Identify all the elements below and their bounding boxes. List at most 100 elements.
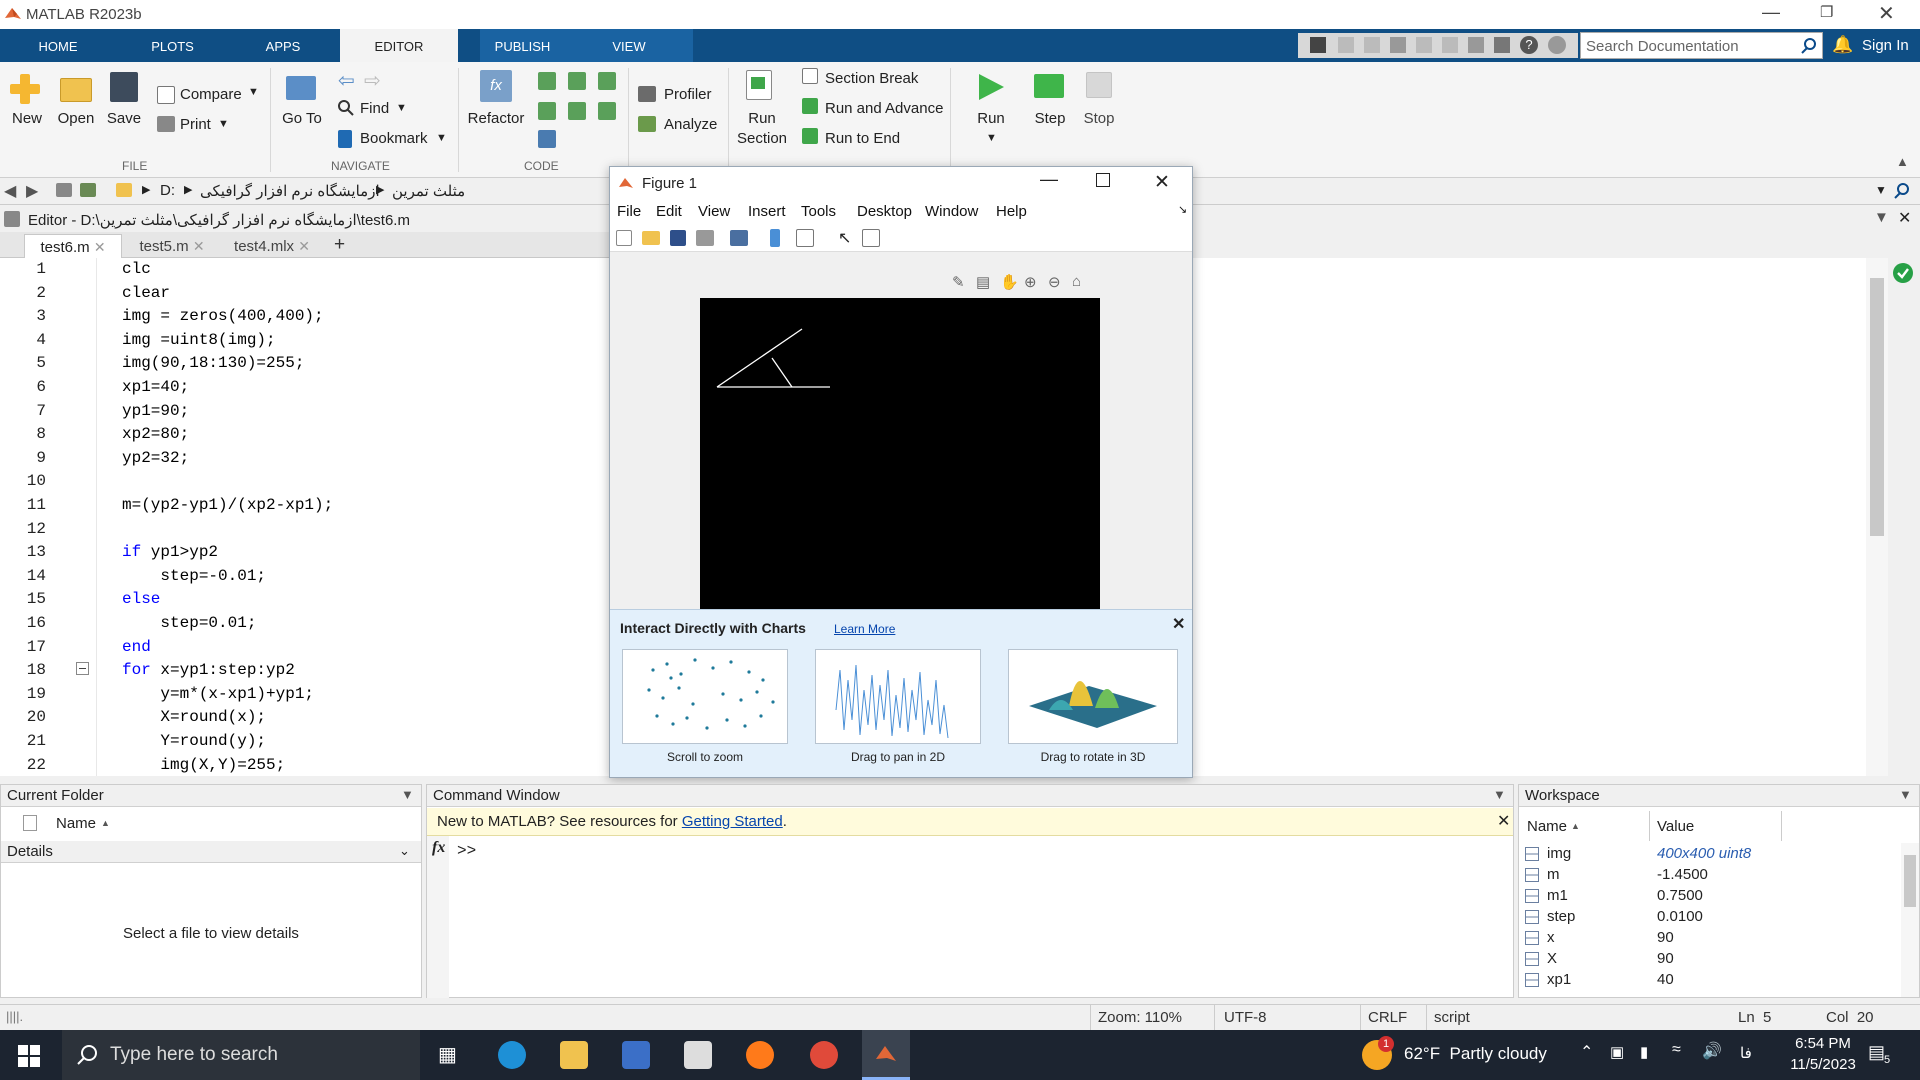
section-break-icon[interactable] bbox=[802, 68, 818, 84]
close-banner-icon[interactable]: ✕ bbox=[1497, 811, 1510, 831]
run-to-end-icon[interactable] bbox=[802, 128, 818, 144]
step-icon[interactable] bbox=[1034, 74, 1064, 98]
run-dropdown-icon[interactable]: ▼ bbox=[986, 132, 997, 144]
save-figure-icon[interactable] bbox=[670, 230, 686, 246]
code-line[interactable]: if yp1>yp2 bbox=[122, 543, 218, 561]
redo-icon[interactable] bbox=[1442, 37, 1458, 53]
save-icon[interactable] bbox=[110, 72, 138, 102]
ws-value-column-header[interactable]: Value bbox=[1657, 818, 1694, 835]
menu-view[interactable]: View bbox=[698, 203, 730, 220]
learn-more-link[interactable]: Learn More bbox=[834, 622, 895, 636]
close-editor-icon[interactable]: ✕ bbox=[1898, 208, 1911, 228]
notification-bell-icon[interactable]: 🔔 bbox=[1832, 35, 1853, 55]
menu-window[interactable]: Window bbox=[925, 203, 978, 220]
panel-actions-icon[interactable]: ▼ bbox=[1899, 787, 1912, 802]
back-icon[interactable]: ◀ bbox=[4, 181, 16, 201]
menu-edit[interactable]: Edit bbox=[656, 203, 682, 220]
tab-publish[interactable]: PUBLISH bbox=[480, 29, 565, 62]
workspace-row[interactable]: step 0.0100 bbox=[1519, 907, 1899, 928]
taskbar-search[interactable]: Type here to search bbox=[62, 1030, 420, 1080]
code-tools-icon[interactable] bbox=[538, 130, 556, 148]
run-and-advance-icon[interactable] bbox=[802, 98, 818, 114]
home-icon[interactable]: ⌂ bbox=[1072, 273, 1081, 290]
step-button[interactable]: Step bbox=[1026, 110, 1074, 127]
code-line[interactable]: img(X,Y)=255; bbox=[122, 756, 285, 774]
workspace-row[interactable]: x 90 bbox=[1519, 928, 1899, 949]
weather-text[interactable]: 62°F Partly cloudy bbox=[1404, 1044, 1547, 1064]
run-and-advance-button[interactable]: Run and Advance bbox=[825, 100, 955, 117]
copy-icon[interactable] bbox=[1364, 37, 1380, 53]
paste-icon[interactable] bbox=[1390, 37, 1406, 53]
figure-minimize-icon[interactable]: — bbox=[1040, 169, 1058, 190]
code-line[interactable]: clear bbox=[122, 284, 170, 302]
tab-home[interactable]: HOME bbox=[18, 29, 98, 62]
battery-icon[interactable]: ▮ bbox=[1640, 1043, 1648, 1061]
code-line[interactable]: step=-0.01; bbox=[122, 567, 266, 585]
tab-editor[interactable]: EDITOR bbox=[340, 29, 458, 62]
code-line[interactable]: X=round(x); bbox=[122, 708, 266, 726]
print-dropdown-icon[interactable]: ▼ bbox=[218, 118, 229, 130]
run-section-icon[interactable] bbox=[746, 70, 772, 100]
show-hidden-icons-icon[interactable]: ⌃ bbox=[1580, 1042, 1593, 1062]
workspace-row[interactable]: m1 0.7500 bbox=[1519, 886, 1899, 907]
details-expand-icon[interactable]: ⌄ bbox=[399, 843, 410, 859]
minimize-icon[interactable]: — bbox=[1762, 2, 1780, 23]
close-tab-icon[interactable]: ✕ bbox=[94, 239, 106, 255]
name-column-header[interactable]: Name bbox=[56, 815, 96, 832]
print-figure-icon[interactable] bbox=[696, 230, 714, 246]
chrome-icon[interactable] bbox=[810, 1041, 838, 1069]
bookmark-button[interactable]: Bookmark bbox=[360, 130, 440, 147]
editor-actions-icon[interactable]: ▼ bbox=[1874, 209, 1889, 226]
decrease-indent-icon[interactable] bbox=[568, 102, 586, 120]
property-inspector-icon[interactable] bbox=[862, 229, 880, 247]
code-line[interactable]: else bbox=[122, 590, 160, 608]
workspace-row[interactable]: img 400x400 uint8 bbox=[1519, 844, 1899, 865]
tab-test6[interactable]: test6.m ✕ bbox=[24, 234, 122, 258]
code-line[interactable]: m=(yp2-yp1)/(xp2-xp1); bbox=[122, 496, 333, 514]
code-line[interactable]: yp1=90; bbox=[122, 402, 189, 420]
forward-icon[interactable]: ▶ bbox=[26, 181, 38, 201]
run-section-button[interactable]: Run bbox=[734, 110, 790, 127]
code-line[interactable]: xp1=40; bbox=[122, 378, 189, 396]
code-line[interactable]: img = zeros(400,400); bbox=[122, 307, 324, 325]
menu-tools[interactable]: Tools bbox=[801, 203, 836, 220]
save-quick-icon[interactable] bbox=[1310, 37, 1326, 53]
sort-asc-icon[interactable]: ▲ bbox=[101, 818, 110, 828]
mail-icon[interactable] bbox=[684, 1041, 712, 1069]
address-dropdown-icon[interactable]: ▼ bbox=[1875, 183, 1887, 197]
code-line[interactable]: clc bbox=[122, 260, 151, 278]
pan-hand-icon[interactable]: ✋ bbox=[1000, 273, 1019, 291]
menu-insert[interactable]: Insert bbox=[748, 203, 786, 220]
profiler-button[interactable]: Profiler bbox=[664, 86, 734, 103]
search-icon[interactable] bbox=[1801, 38, 1817, 54]
layout-icon[interactable] bbox=[1494, 37, 1510, 53]
code-line[interactable]: end bbox=[122, 638, 151, 656]
find-icon[interactable] bbox=[338, 100, 354, 116]
file-explorer-icon[interactable] bbox=[560, 1041, 588, 1069]
uncomment-icon[interactable] bbox=[568, 72, 586, 90]
taskbar-search-input[interactable]: Type here to search bbox=[110, 1044, 278, 1066]
breadcrumb-drive[interactable]: D: bbox=[160, 182, 175, 199]
code-line[interactable]: step=0.01; bbox=[122, 614, 256, 632]
zoom-out-icon[interactable]: ⊖ bbox=[1048, 273, 1061, 291]
sort-asc-icon[interactable]: ▲ bbox=[1571, 821, 1580, 831]
ws-name-column-header[interactable]: Name bbox=[1527, 818, 1567, 835]
help-icon[interactable]: ? bbox=[1520, 36, 1538, 54]
image-axes[interactable] bbox=[700, 298, 1100, 611]
smart-indent-icon[interactable] bbox=[538, 102, 556, 120]
tab-test5[interactable]: test5.m ✕ bbox=[124, 234, 220, 258]
volume-icon[interactable]: 🔊 bbox=[1702, 1041, 1722, 1061]
menu-file[interactable]: File bbox=[617, 203, 641, 220]
getting-started-link[interactable]: Getting Started bbox=[682, 813, 783, 830]
close-window-icon[interactable]: ✕ bbox=[1878, 1, 1895, 26]
goto-icon[interactable] bbox=[286, 76, 316, 100]
analyze-icon[interactable] bbox=[638, 116, 656, 132]
clock-date[interactable]: 11/5/2023 bbox=[1780, 1056, 1866, 1073]
bookmark-dropdown-icon[interactable]: ▼ bbox=[436, 132, 447, 144]
stop-icon[interactable] bbox=[1086, 72, 1112, 98]
forward-arrow-icon[interactable]: ⇨ bbox=[364, 68, 381, 93]
scroll-zoom-card[interactable] bbox=[622, 649, 788, 744]
code-line[interactable]: y=m*(x-xp1)+yp1; bbox=[122, 685, 314, 703]
stop-button[interactable]: Stop bbox=[1076, 110, 1122, 127]
code-line[interactable]: for x=yp1:step:yp2 bbox=[122, 661, 295, 679]
